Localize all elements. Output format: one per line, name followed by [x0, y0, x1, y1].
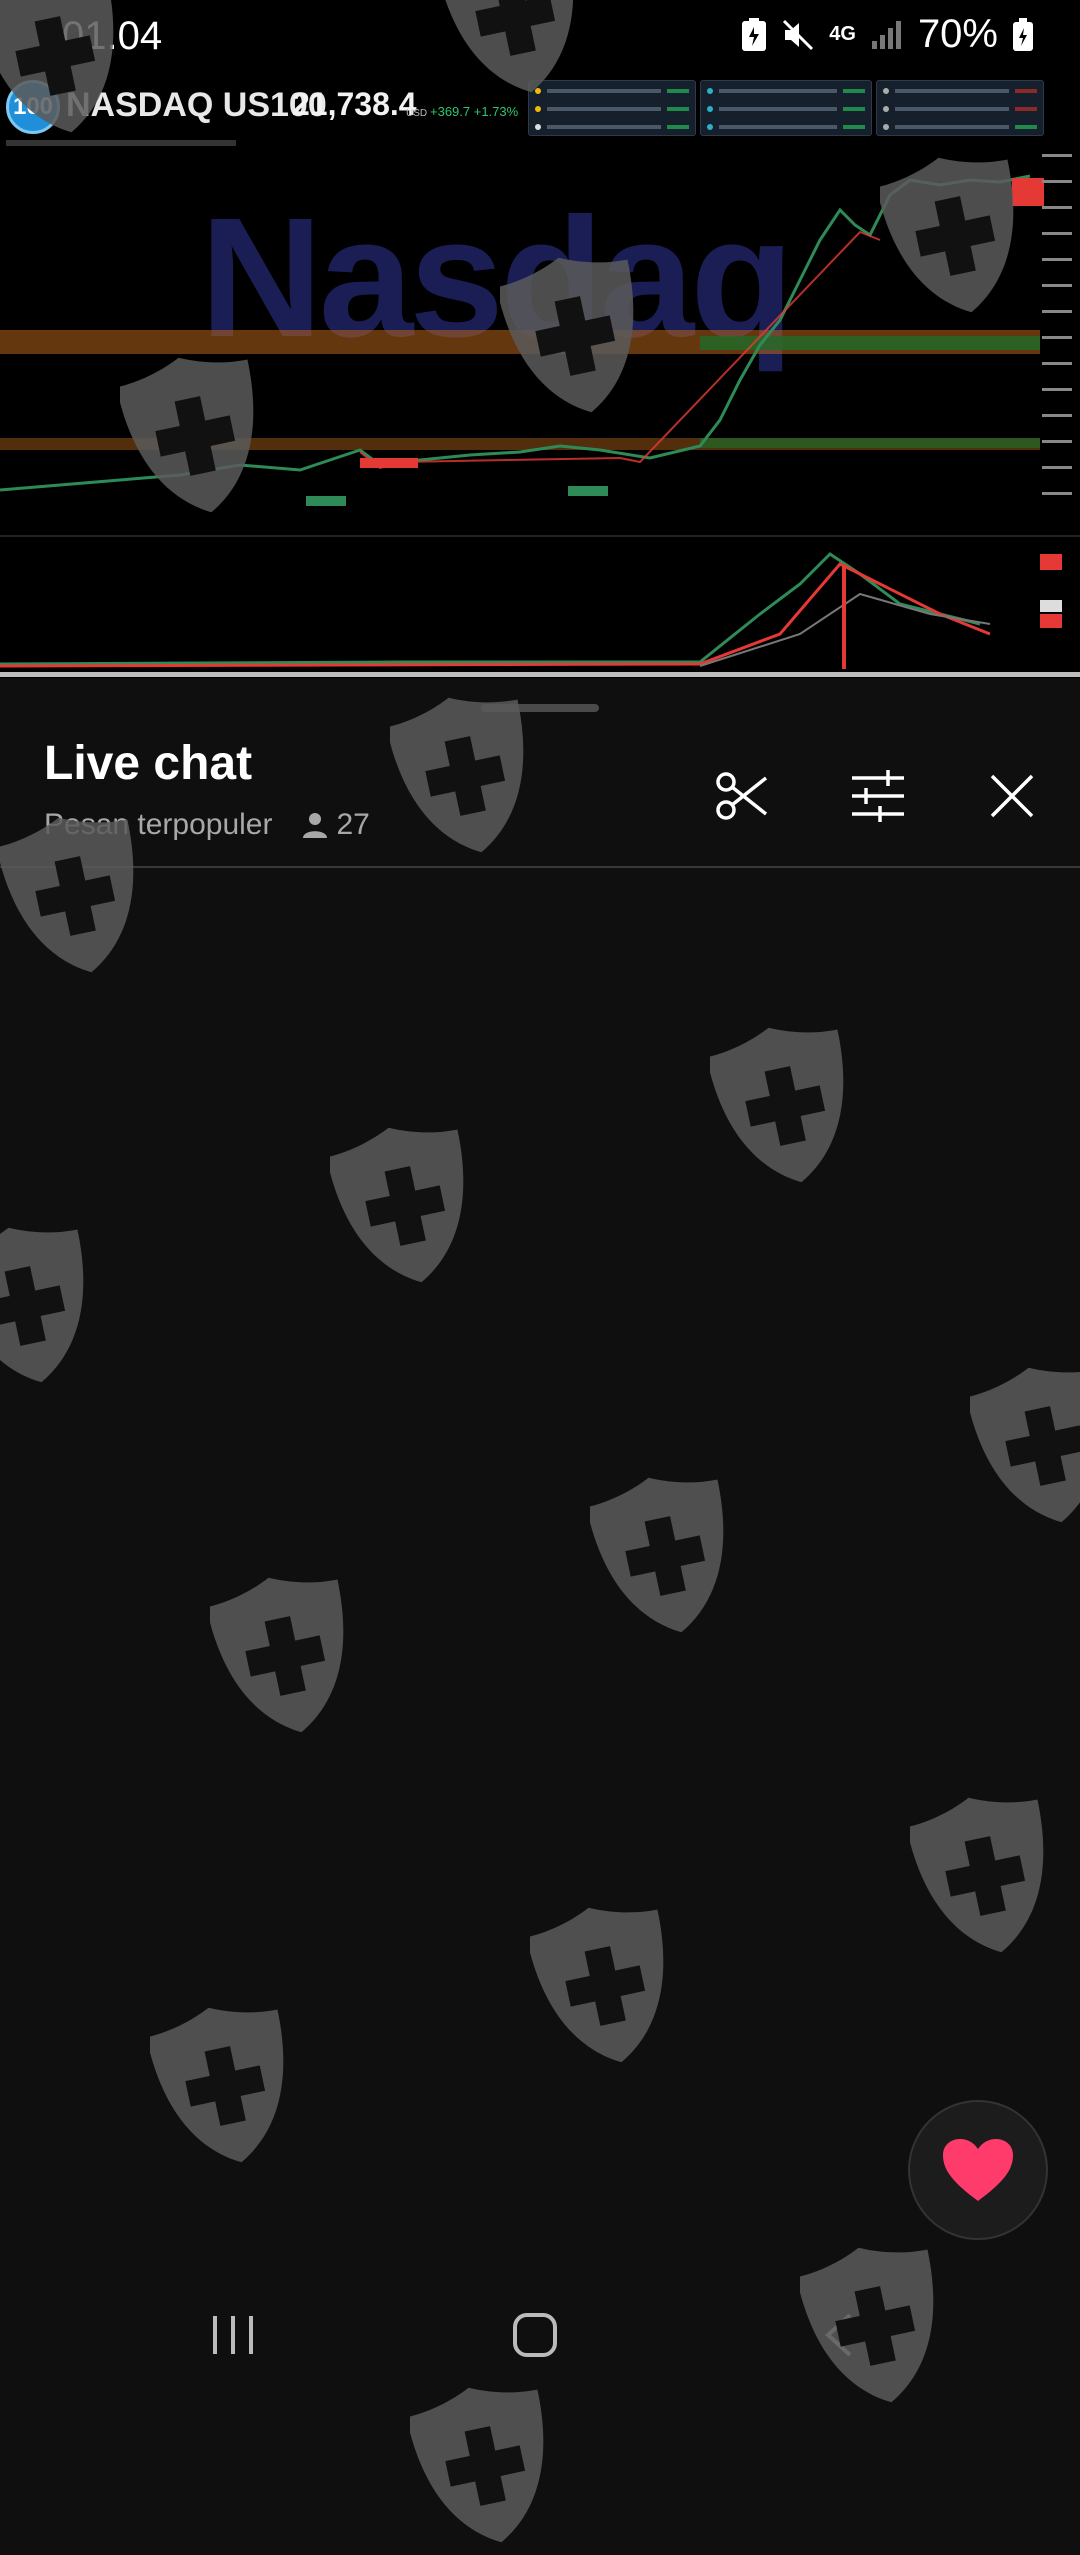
- status-time: 01.04: [62, 14, 163, 58]
- header-divider: [0, 866, 1080, 868]
- price-tag: [1012, 178, 1044, 206]
- green-zone: [700, 336, 1040, 350]
- green-zone-2: [700, 438, 1040, 448]
- buy-label-2: [568, 486, 608, 496]
- recent-apps-icon: [213, 2316, 253, 2354]
- market-panel-3: [876, 80, 1044, 136]
- market-panel-2: [700, 80, 872, 136]
- battery-saver-icon: [741, 17, 767, 52]
- shield-watermark-icon: [406, 2380, 560, 2550]
- price-chart: [0, 154, 1072, 506]
- back-button[interactable]: [794, 2300, 884, 2370]
- filter-button[interactable]: [842, 760, 914, 832]
- indicator-panel: [0, 535, 1080, 669]
- chat-subtitle[interactable]: Pesan terpopuler 27: [44, 808, 370, 842]
- price-change: +369.7 +1.73%: [430, 104, 519, 119]
- person-icon: [302, 813, 327, 838]
- home-icon: [513, 2313, 557, 2357]
- like-button[interactable]: [908, 2100, 1048, 2240]
- close-button[interactable]: [976, 760, 1048, 832]
- video-player[interactable]: Nasdaq 100 NASDAQ US100 21,738.4 USD +36…: [0, 0, 1080, 678]
- network-type: 4G: [829, 23, 856, 45]
- home-button[interactable]: [490, 2300, 580, 2370]
- signal-icon: [870, 19, 904, 51]
- ticker-bar: 100 NASDAQ US100 21,738.4 USD +369.7 +1.…: [0, 76, 1080, 138]
- recent-apps-button[interactable]: [188, 2300, 278, 2370]
- status-icons: 4G 70%: [741, 12, 1034, 57]
- viewer-count: 27: [301, 808, 370, 842]
- index-symbol: NASDAQ US100: [66, 86, 327, 124]
- sliders-icon: [852, 770, 904, 822]
- market-panel-1: [528, 80, 696, 136]
- battery-icon: [1012, 17, 1034, 52]
- scissors-icon: [716, 772, 768, 820]
- drag-handle[interactable]: [481, 704, 599, 712]
- chat-mode-label[interactable]: Pesan terpopuler: [44, 808, 273, 842]
- buy-label-1: [306, 496, 346, 506]
- mute-icon: [781, 18, 815, 52]
- system-nav-bar: [0, 2270, 1080, 2400]
- chat-title: Live chat: [44, 737, 253, 790]
- back-icon: [825, 2313, 852, 2357]
- index-price: 21,738.4: [292, 86, 417, 122]
- price-currency: USD: [406, 108, 428, 119]
- heart-icon: [943, 2139, 1013, 2201]
- video-progress-bar[interactable]: [0, 672, 1080, 677]
- viewer-count-value: 27: [336, 808, 370, 841]
- sell-label: [360, 458, 418, 468]
- clip-button[interactable]: [706, 760, 778, 832]
- status-bar: 01.04 4G 70%: [0, 0, 1080, 76]
- index-badge: 100: [6, 80, 60, 134]
- battery-percent: 70%: [917, 12, 998, 56]
- close-icon: [990, 774, 1034, 818]
